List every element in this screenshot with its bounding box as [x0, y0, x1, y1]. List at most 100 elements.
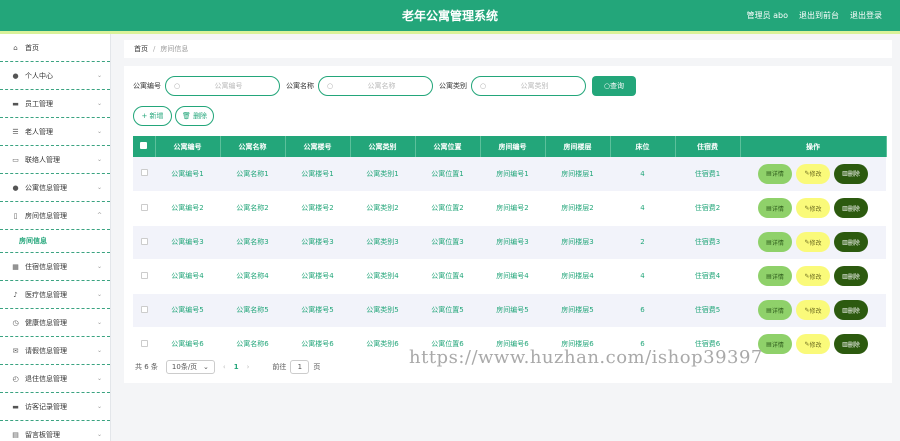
- sidebar-item-label: 员工管理: [25, 99, 53, 108]
- search-row: 公寓编号 ○ 公寓编号 公寓名称 ○ 公寓名称 公寓类别 ○ 公寓类别 ○ 查询: [133, 76, 636, 96]
- batch-delete-button[interactable]: 🗑︎ 删除: [175, 106, 214, 126]
- page-number-current[interactable]: 1: [234, 363, 239, 371]
- edit-button[interactable]: ✎ 修改: [796, 163, 830, 184]
- table-cell: 4: [610, 157, 675, 192]
- row-action-group: ▤ 详情 ✎ 修改 ▥ 删除: [740, 163, 886, 184]
- table-cell: 房间楼层5: [545, 293, 610, 328]
- sidebar-item-7[interactable]: ▦ 住宿信息管理 ⌄: [0, 253, 110, 281]
- edit-button[interactable]: ✎ 修改: [796, 266, 830, 286]
- edit-button[interactable]: ✎ 修改: [796, 198, 830, 218]
- board-icon: ▤: [12, 430, 19, 439]
- search-label-0: 公寓编号: [133, 82, 161, 90]
- sidebar-item-2[interactable]: ▬ 员工管理 ⌄: [0, 90, 110, 118]
- delete-button[interactable]: ▥ 删除: [834, 300, 868, 320]
- table-cell: 房间楼层3: [545, 225, 610, 260]
- row-checkbox[interactable]: [133, 191, 155, 226]
- detail-button[interactable]: ▤ 详情: [758, 334, 792, 354]
- table-cell: 公寓楼号4: [285, 259, 350, 294]
- goto-page-input[interactable]: 1: [290, 360, 310, 374]
- sidebar-item-label: 联络人管理: [25, 155, 60, 164]
- sidebar-item-12[interactable]: ▬ 访客记录管理 ⌄: [0, 393, 110, 421]
- search-icon: ○: [327, 82, 334, 90]
- sidebar-item-10[interactable]: ✉ 请假信息管理 ⌄: [0, 337, 110, 365]
- page-size-select[interactable]: 10条/页 ⌄: [165, 360, 215, 374]
- table-cell: 公寓编号4: [155, 259, 220, 294]
- row-checkbox[interactable]: [133, 327, 155, 362]
- frontend-link[interactable]: 退出到前台: [799, 10, 839, 21]
- batch-delete-label: 删除: [193, 112, 208, 120]
- table-row: 公寓编号1 公寓名称1 公寓楼号1 公寓类别1 公寓位置1 房间编号1 房间楼层1 4 住宿费1…: [133, 157, 886, 192]
- breadcrumb-separator: /: [153, 45, 156, 53]
- search-icon: ○: [480, 82, 487, 90]
- checkbox-icon: [140, 339, 148, 347]
- detail-button[interactable]: ▤ 详情: [758, 163, 792, 184]
- mail-icon: ✉: [12, 346, 19, 355]
- table-cell: 房间楼层1: [545, 157, 610, 192]
- detail-button[interactable]: ▤ 详情: [758, 198, 792, 218]
- chevron-down-icon: ⌄: [203, 363, 209, 371]
- next-page-button[interactable]: ›: [247, 363, 250, 371]
- row-checkbox[interactable]: [133, 259, 155, 294]
- delete-button[interactable]: ▥ 删除: [834, 334, 868, 354]
- sidebar-item-5[interactable]: ● 公寓信息管理 ⌄: [0, 174, 110, 202]
- edit-button-label: 修改: [809, 273, 822, 281]
- delete-button[interactable]: ▥ 删除: [834, 266, 868, 286]
- delete-button[interactable]: ▥ 删除: [834, 163, 868, 184]
- row-actions: ▤ 详情 ✎ 修改 ▥ 删除: [740, 293, 886, 328]
- detail-button-label: 详情: [771, 307, 784, 315]
- logout-link[interactable]: 退出登录: [850, 10, 882, 21]
- delete-button[interactable]: ▥ 删除: [834, 232, 868, 252]
- list-icon: ☰: [12, 127, 19, 136]
- page-size-value: 10条/页: [171, 363, 198, 371]
- column-header-3: 公寓类别: [350, 136, 416, 157]
- column-header-2: 公寓楼号: [285, 136, 351, 157]
- row-checkbox[interactable]: [133, 157, 155, 192]
- sidebar-item-6[interactable]: ▯ 房间信息管理 ^: [0, 202, 110, 230]
- breadcrumb: 首页 / 房间信息: [124, 40, 892, 58]
- sidebar-item-11[interactable]: ◴ 退住信息管理 ⌄: [0, 365, 110, 393]
- goto-page-unit: 页: [313, 363, 321, 371]
- table-cell: 公寓名称6: [220, 327, 285, 362]
- search-input-2[interactable]: ○ 公寓类别: [471, 76, 586, 96]
- breadcrumb-home[interactable]: 首页: [134, 44, 148, 54]
- search-input-1[interactable]: ○ 公寓名称: [318, 76, 433, 96]
- detail-button-label: 详情: [771, 341, 784, 349]
- sidebar-item-9[interactable]: ◷ 健康信息管理 ⌄: [0, 309, 110, 337]
- row-actions: ▤ 详情 ✎ 修改 ▥ 删除: [740, 157, 886, 192]
- home-icon: ⌂: [13, 43, 18, 52]
- sidebar-item-3[interactable]: ☰ 老人管理 ⌄: [0, 118, 110, 146]
- detail-button[interactable]: ▤ 详情: [758, 232, 792, 252]
- edit-button[interactable]: ✎ 修改: [796, 300, 830, 320]
- sidebar-item-label: 老人管理: [25, 127, 53, 136]
- row-checkbox[interactable]: [133, 225, 155, 260]
- sidebar-subitem-room-info[interactable]: 房间信息: [0, 230, 110, 253]
- sidebar-item-1[interactable]: ● 个人中心 ⌄: [0, 62, 110, 90]
- delete-button[interactable]: ▥ 删除: [834, 198, 868, 218]
- edit-button[interactable]: ✎ 修改: [796, 334, 830, 354]
- checkbox-icon: [140, 169, 148, 177]
- edit-button[interactable]: ✎ 修改: [796, 232, 830, 252]
- sidebar-item-label: 医疗信息管理: [25, 290, 67, 299]
- sidebar-item-4[interactable]: ▭ 联络人管理 ⌄: [0, 146, 110, 174]
- table-cell: 公寓编号1: [155, 157, 220, 192]
- sidebar-item-0[interactable]: ⌂ 首页: [0, 34, 110, 62]
- edit-button-label: 修改: [809, 307, 822, 315]
- chevron-down-icon: ⌄: [96, 403, 102, 410]
- table-cell: 公寓名称1: [220, 157, 285, 192]
- pagination: 共 6 条 10条/页 ⌄ ‹ 1 › 前往 1 页: [135, 360, 320, 374]
- content-panel: 公寓编号 ○ 公寓编号 公寓名称 ○ 公寓名称 公寓类别 ○ 公寓类别 ○ 查询 + 新增 🗑︎ …: [124, 66, 892, 383]
- select-all-checkbox[interactable]: [133, 136, 156, 157]
- sidebar-item-8[interactable]: ♪ 医疗信息管理 ⌄: [0, 281, 110, 309]
- row-checkbox[interactable]: [133, 293, 155, 328]
- prev-page-button[interactable]: ‹: [223, 363, 226, 371]
- detail-button[interactable]: ▤ 详情: [758, 266, 792, 286]
- sidebar-item-13[interactable]: ▤ 留言板管理 ⌄: [0, 421, 110, 441]
- table-cell: 公寓位置1: [415, 157, 480, 192]
- history-icon: ◴: [12, 374, 19, 383]
- person-icon: ●: [12, 183, 19, 192]
- detail-button[interactable]: ▤ 详情: [758, 300, 792, 320]
- search-button[interactable]: ○ 查询: [592, 76, 636, 96]
- table-cell: 住宿费3: [675, 225, 740, 260]
- search-input-0[interactable]: ○ 公寓编号: [165, 76, 280, 96]
- add-button[interactable]: + 新增: [133, 106, 172, 126]
